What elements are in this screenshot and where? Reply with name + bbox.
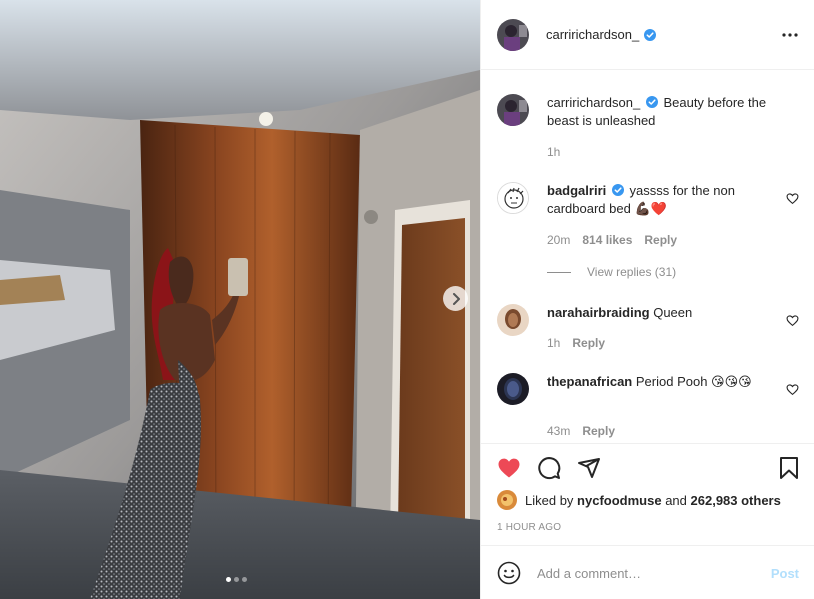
- comment-text: Queen: [653, 305, 693, 320]
- comment-text-block: badgalriri yassss for the non cardboard …: [547, 182, 769, 218]
- photo-scene: [0, 0, 480, 599]
- comment-reply-button[interactable]: Reply: [582, 424, 615, 438]
- liked-by-text: Liked by nycfoodmuse and 262,983 others: [525, 493, 781, 508]
- view-replies-button[interactable]: View replies (31): [547, 265, 676, 279]
- comment-likes[interactable]: 814 likes: [582, 233, 632, 247]
- post-actions: Liked by nycfoodmuse and 262,983 others …: [481, 443, 814, 599]
- next-slide-button[interactable]: [443, 286, 468, 311]
- liked-by-prefix: Liked by: [525, 492, 574, 508]
- verified-badge-icon: [611, 184, 624, 196]
- comment-time[interactable]: 43m: [547, 424, 570, 438]
- caption-avatar[interactable]: [497, 94, 529, 126]
- caption: carririchardson_ Beauty before the beast…: [497, 94, 799, 164]
- emoji-icon[interactable]: [497, 561, 521, 585]
- comment-item: narahairbraiding Queen 1h Reply: [497, 304, 799, 359]
- comment-reply-button[interactable]: Reply: [572, 336, 605, 350]
- liked-by-others[interactable]: 262,983 others: [691, 493, 781, 508]
- comment-time[interactable]: 20m: [547, 233, 570, 247]
- comment-text-block: narahairbraiding Queen: [547, 304, 769, 322]
- chevron-right-icon: [452, 292, 460, 305]
- comment-like-heart-icon[interactable]: [786, 314, 799, 327]
- instagram-post: carririchardson_ carririchardson_ Beauty…: [0, 0, 814, 599]
- liked-by-user[interactable]: nycfoodmuse: [577, 493, 662, 508]
- caption-username[interactable]: carririchardson_: [547, 95, 640, 110]
- carousel-dot: [234, 577, 239, 582]
- comment-meta: 43m Reply: [547, 424, 615, 438]
- author-username-row: carririchardson_: [546, 27, 657, 42]
- comment-text: Period Pooh 😘😘😘: [635, 374, 752, 389]
- comment-time[interactable]: 1h: [547, 336, 560, 350]
- author-avatar[interactable]: [497, 18, 529, 51]
- liked-by-avatar[interactable]: [497, 490, 517, 510]
- carousel-dot: [242, 577, 247, 582]
- caption-time[interactable]: 1h: [547, 145, 560, 159]
- caption-meta: 1h: [547, 145, 560, 159]
- caption-text-block: carririchardson_ Beauty before the beast…: [547, 94, 769, 130]
- comment-item: badgalriri yassss for the non cardboard …: [497, 182, 799, 272]
- author-username[interactable]: carririchardson_: [546, 27, 639, 42]
- comment-input[interactable]: [537, 565, 767, 581]
- share-icon[interactable]: [577, 456, 601, 480]
- comment-icon[interactable]: [537, 456, 561, 480]
- comment-username[interactable]: badgalriri: [547, 183, 606, 198]
- comment-username[interactable]: thepanafrican: [547, 374, 632, 389]
- comment-text-block: thepanafrican Period Pooh 😘😘😘: [547, 373, 769, 391]
- verified-badge-icon: [644, 28, 657, 41]
- heart-icon[interactable]: [497, 456, 521, 480]
- verified-badge-icon: [645, 96, 658, 108]
- post-header: carririchardson_: [481, 0, 814, 70]
- comment-like-heart-icon[interactable]: [786, 383, 799, 396]
- comment-like-heart-icon[interactable]: [786, 192, 799, 205]
- add-comment-bar: Post: [481, 545, 814, 599]
- view-replies-divider: [547, 271, 571, 273]
- carousel-dot-active: [226, 577, 231, 582]
- comment-reply-button[interactable]: Reply: [644, 233, 677, 247]
- comments-list[interactable]: carririchardson_ Beauty before the beast…: [481, 71, 814, 443]
- comment-item: thepanafrican Period Pooh 😘😘😘 43m Reply: [497, 373, 799, 443]
- post-timestamp[interactable]: 1 HOUR AGO: [497, 522, 561, 533]
- comment-meta: 1h Reply: [547, 336, 605, 350]
- liked-by-and: and: [665, 492, 687, 508]
- carousel-dots: [226, 577, 247, 582]
- comment-meta: 20m 814 likes Reply: [547, 233, 677, 247]
- view-replies-label: View replies (31): [587, 265, 677, 279]
- comment-avatar[interactable]: [497, 304, 529, 336]
- comment-avatar[interactable]: [497, 182, 529, 214]
- comment-avatar[interactable]: [497, 373, 529, 405]
- post-photo[interactable]: [0, 0, 480, 599]
- liked-by: Liked by nycfoodmuse and 262,983 others: [497, 490, 781, 510]
- more-options-icon[interactable]: [781, 26, 799, 44]
- post-panel: carririchardson_ carririchardson_ Beauty…: [480, 0, 814, 599]
- post-comment-button[interactable]: Post: [771, 566, 799, 581]
- comment-username[interactable]: narahairbraiding: [547, 305, 650, 320]
- bookmark-icon[interactable]: [777, 456, 801, 480]
